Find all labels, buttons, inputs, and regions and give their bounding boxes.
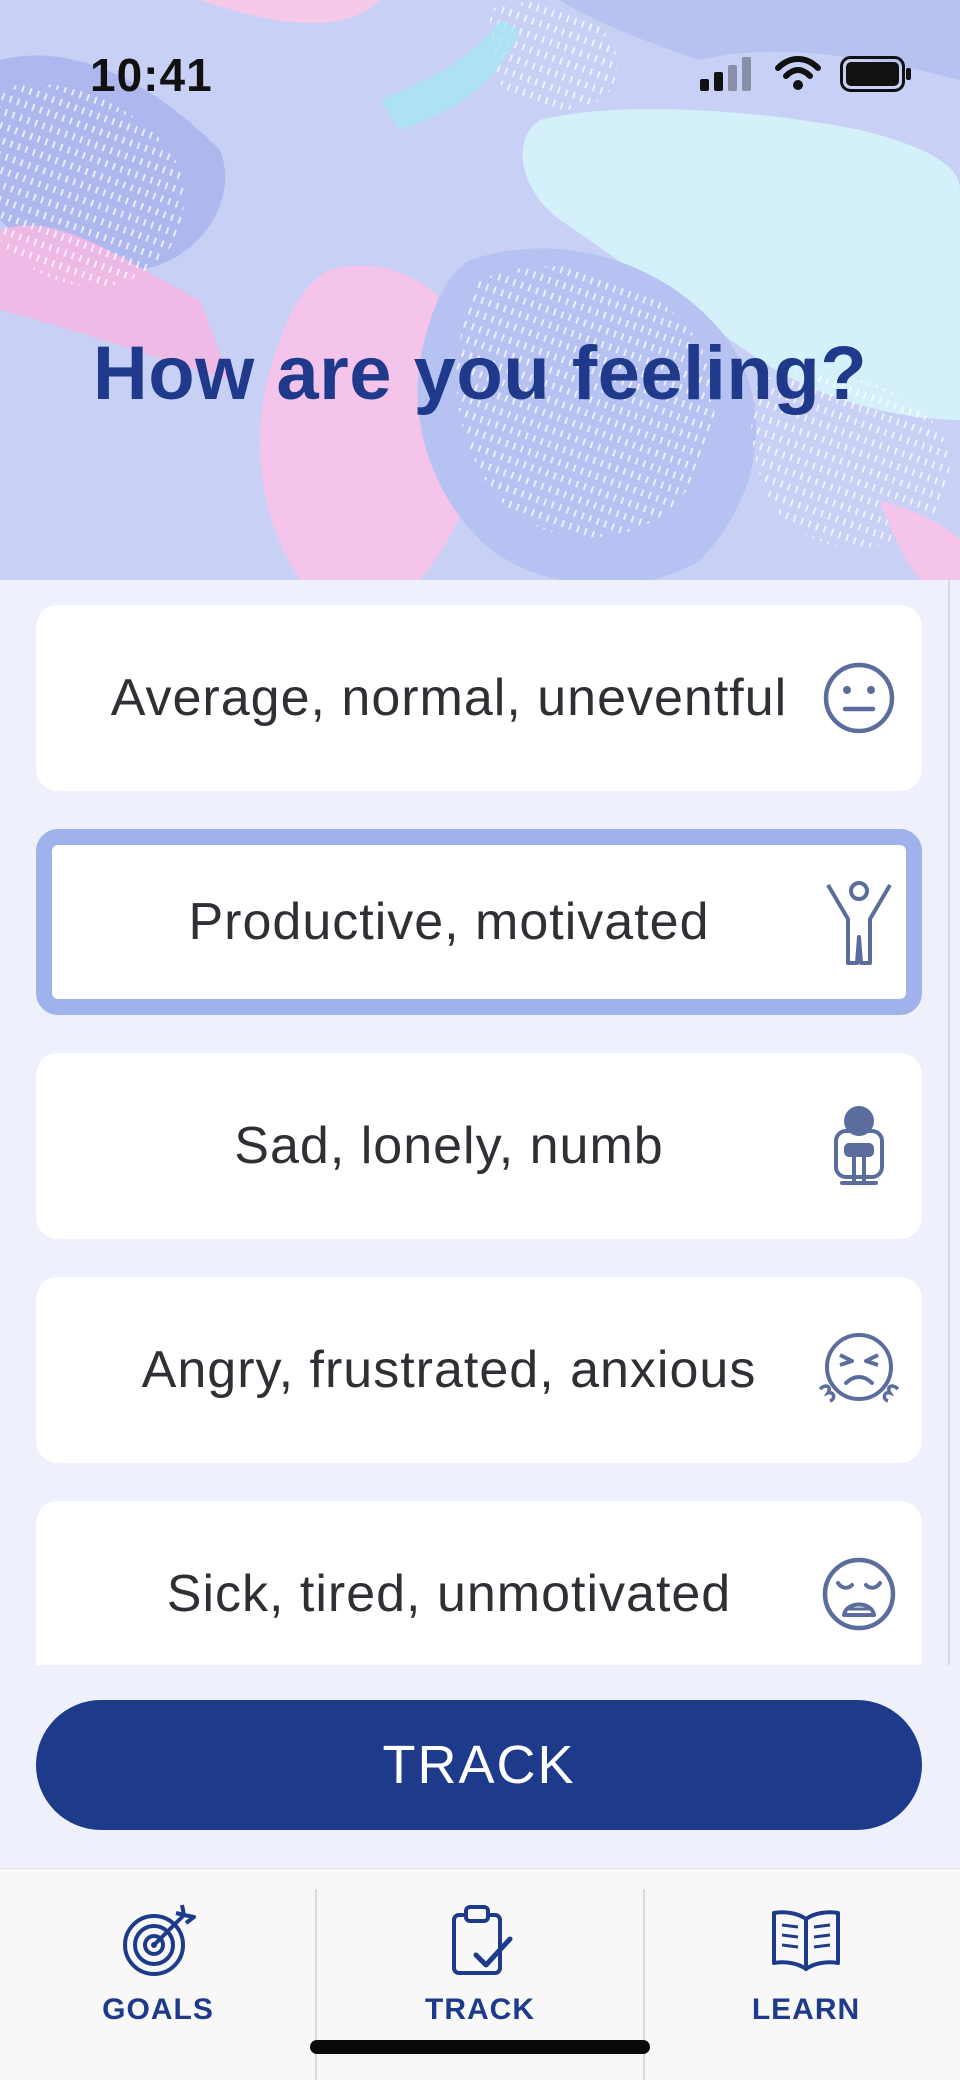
neutral-face-icon [823,662,895,734]
option-label: Productive, motivated [188,893,710,951]
cellular-signal-icon [700,57,751,91]
option-label: Sad, lonely, numb [234,1117,664,1175]
tab-learn[interactable]: LEARN [648,1869,960,2080]
option-sad[interactable]: Sad, lonely, numb [36,1053,922,1239]
track-button[interactable]: TRACK [36,1700,922,1830]
book-icon [772,1910,840,1971]
tab-label: GOALS [102,1993,214,2026]
tired-face-icon [822,1557,896,1631]
option-label: Average, normal, uneventful [110,669,788,727]
target-icon [123,1904,196,1976]
feelings-list[interactable]: Average, normal, uneventful Productive, … [0,580,960,1665]
option-average[interactable]: Average, normal, uneventful [36,605,922,791]
clipboard-check-icon [452,1905,513,1975]
person-arms-raised-icon [826,881,892,965]
tab-label: LEARN [751,1993,861,2026]
option-productive[interactable]: Productive, motivated [36,829,922,1015]
home-indicator[interactable] [310,2040,650,2054]
page-title: How are you feeling? [92,331,868,416]
header-hero: 10:41 How are you feeling? [0,0,960,580]
status-icons [700,56,912,92]
angry-face-icon [818,1333,900,1403]
option-sick[interactable]: Sick, tired, unmotivated [36,1501,922,1665]
list-scrollbar[interactable] [948,580,950,1665]
option-angry[interactable]: Angry, frustrated, anxious [36,1277,922,1463]
battery-icon [840,56,911,92]
option-label: Sick, tired, unmotivated [166,1565,732,1623]
tab-label: TRACK [425,1993,535,2026]
person-hugging-knees-icon [834,1106,884,1185]
status-time: 10:41 [90,49,213,101]
option-label: Angry, frustrated, anxious [141,1341,757,1399]
wifi-icon [775,56,821,90]
tab-goals[interactable]: GOALS [0,1869,316,2080]
status-bar: 10:41 [0,0,960,150]
